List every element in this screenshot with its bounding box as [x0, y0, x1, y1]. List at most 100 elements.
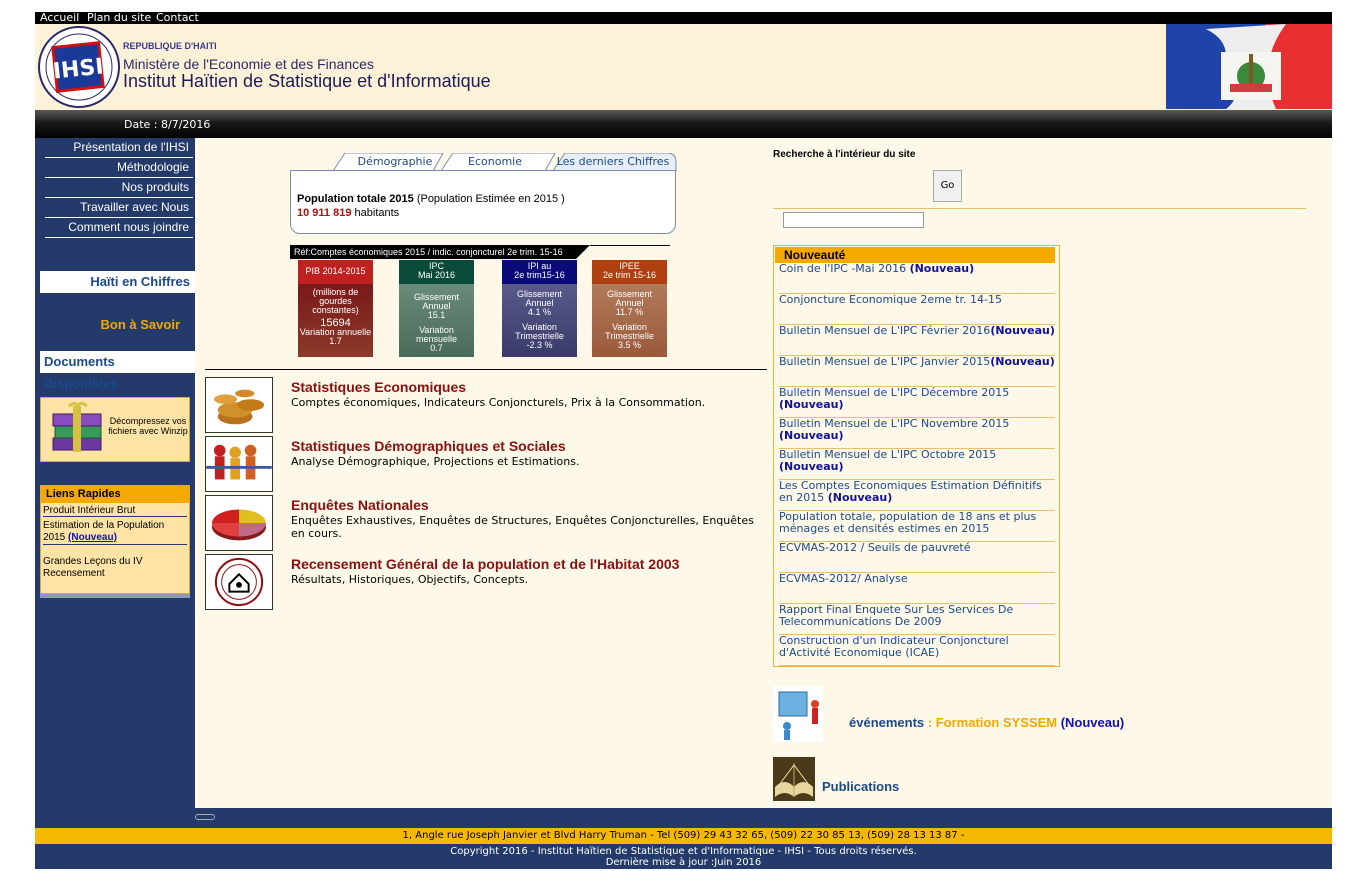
- census-icon: [205, 554, 273, 610]
- ipi-variation-value: -2.3 %: [526, 340, 553, 350]
- institute-title: Institut Haïtien de Statistique et d'Inf…: [123, 71, 491, 91]
- tab-economie[interactable]: Economie: [445, 154, 545, 171]
- events-sep: :: [924, 715, 936, 730]
- date-bar: Date : 8/7/2016: [35, 110, 1332, 138]
- menu-item-travailler[interactable]: Travailler avec Nous: [45, 198, 193, 218]
- news-item[interactable]: Bulletin Mensuel de L'IPC Décembre 2015 …: [779, 387, 1055, 418]
- stat-title-enquetes[interactable]: Enquêtes Nationales: [291, 497, 429, 513]
- haiti-flag-image: [1166, 24, 1332, 109]
- tab-panel: Population totale 2015 (Population Estim…: [290, 170, 676, 234]
- population-subtitle: (Population Estimée en 2015 ): [416, 193, 565, 205]
- nav-sitemap-link[interactable]: Plan du site: [87, 12, 151, 24]
- population-line: Population totale 2015 (Population Estim…: [297, 193, 565, 205]
- news-item[interactable]: Bulletin Mensuel de L'IPC Janvier 2015(N…: [779, 356, 1055, 387]
- ipc-variation-label: Variation mensuelle: [415, 325, 458, 344]
- news-item[interactable]: Coin de l'IPC -Mai 2016 (Nouveau): [779, 263, 1055, 294]
- events-label: événements: [849, 715, 925, 730]
- section-divider: [205, 369, 767, 370]
- indicator-ipc[interactable]: IPC Mai 2016 Glissement Annuel 15.1 Vari…: [399, 260, 474, 357]
- tab-derniers-chiffres[interactable]: Les derniers Chiffres: [553, 154, 673, 171]
- news-item-label: Construction d'un Indicateur Conjoncture…: [779, 634, 1009, 659]
- news-item-label: Bulletin Mensuel de L'IPC Février 2016: [779, 324, 991, 337]
- ipi-glissement-value: 4.1 %: [527, 307, 551, 317]
- quick-link-estimation[interactable]: Estimation de la Population 2015 (Nouvea…: [43, 520, 187, 545]
- news-item-label: ECVMAS-2012/ Analyse: [779, 572, 908, 585]
- population-value: 10 911 819: [297, 207, 352, 217]
- news-item[interactable]: Les Comptes Economiques Estimation Défin…: [779, 480, 1055, 511]
- news-item-label: Population totale, population de 18 ans …: [779, 510, 1037, 535]
- news-item[interactable]: Rapport Final Enquete Sur Les Services D…: [779, 604, 1055, 635]
- scroll-handle[interactable]: [195, 814, 215, 820]
- population-value-line: 10 911 819 habitants: [297, 207, 399, 217]
- ipc-period: Mai 2016: [417, 270, 456, 280]
- people-icon: [205, 436, 273, 492]
- left-sidebar: Présentation de l'IHSI Méthodologie Nos …: [35, 138, 195, 808]
- tab-demographie[interactable]: Démographie: [345, 154, 445, 171]
- news-item-label: ECVMAS-2012 / Seuils de pauvreté: [779, 541, 971, 554]
- quick-link-lecons[interactable]: Grandes Leçons du IV Recensement: [43, 556, 187, 580]
- main-content: Démographie Economie Les derniers Chiffr…: [195, 138, 1332, 808]
- stat-desc-enquetes: Enquêtes Exhaustives, Enquêtes de Struct…: [291, 514, 754, 540]
- ihsi-logo[interactable]: IHSI: [37, 26, 121, 108]
- news-new-badge: (Nouveau): [779, 398, 844, 411]
- site-header: IHSI REPUBLIQUE D'HAITI Ministère de l'E…: [35, 24, 1332, 110]
- pib-unit: (millions de gourdes constantes): [312, 287, 359, 315]
- logo-text: IHSI: [52, 54, 105, 84]
- indicator-pib[interactable]: PIB 2014-2015 (millions de gourdes const…: [298, 260, 373, 357]
- news-item[interactable]: Construction d'un Indicateur Conjoncture…: [779, 635, 1055, 666]
- quick-link-pib[interactable]: Produit Intérieur Brut: [43, 505, 187, 517]
- republic-label: REPUBLIQUE D'HAITI: [123, 41, 217, 51]
- menu-item-methodologie[interactable]: Méthodologie: [45, 158, 193, 178]
- indicator-ipee[interactable]: IPEE 2e trim 15-16 Glissement Annuel 11.…: [592, 260, 667, 357]
- news-item[interactable]: ECVMAS-2012/ Analyse: [779, 573, 1055, 604]
- news-item[interactable]: ECVMAS-2012 / Seuils de pauvreté: [779, 542, 1055, 573]
- stat-row-demographiques[interactable]: Statistiques Démographiques et Sociales …: [205, 436, 765, 494]
- stat-desc-recensement: Résultats, Historiques, Objectifs, Conce…: [291, 573, 529, 586]
- footer-bar: [35, 808, 1332, 828]
- menu-item-produits[interactable]: Nos produits: [45, 178, 193, 198]
- news-new-badge: (Nouveau): [827, 491, 893, 504]
- stat-row-recensement[interactable]: Recensement Général de la population et …: [205, 554, 765, 612]
- haiti-chiffres-link[interactable]: Haïti en Chiffres: [40, 271, 195, 293]
- pib-header: PIB 2014-2015: [305, 266, 366, 276]
- new-badge: (Nouveau): [68, 532, 117, 543]
- news-item[interactable]: Conjoncture Economique 2eme tr. 14-15: [779, 294, 1055, 325]
- ipi-period: 2e trim15-16: [514, 270, 565, 280]
- news-item-label: Coin de l'IPC -Mai 2016: [779, 262, 910, 275]
- ipc-glissement-label: Glissement Annuel: [413, 292, 459, 311]
- events-line[interactable]: événements : Formation SYSSEM (Nouveau): [849, 715, 1124, 730]
- stat-title-economiques[interactable]: Statistiques Economiques: [291, 379, 466, 395]
- search-label: Recherche à l'intérieur du site: [773, 149, 916, 160]
- pie-chart-icon: [205, 495, 273, 551]
- search-input[interactable]: [783, 212, 924, 228]
- menu-item-joindre[interactable]: Comment nous joindre: [45, 218, 193, 238]
- search-go-button[interactable]: Go: [933, 170, 962, 202]
- winzip-banner[interactable]: Décompressez vos fichiers avec Winzip: [40, 397, 190, 462]
- ipee-variation-value: 3.5 %: [617, 340, 641, 350]
- indicator-ipi[interactable]: IPI au 2e trim15-16 Glissement Annuel 4.…: [502, 260, 577, 357]
- menu-item-presentation[interactable]: Présentation de l'IHSI: [45, 138, 193, 158]
- stat-title-demographiques[interactable]: Statistiques Démographiques et Sociales: [291, 438, 566, 454]
- training-icon: [773, 686, 823, 742]
- news-new-badge: (Nouveau): [990, 324, 1055, 337]
- copyright-text: Copyright 2016 - Institut Haïtien de Sta…: [450, 846, 917, 857]
- nav-contact-link[interactable]: Contact: [156, 12, 199, 24]
- nav-home-link[interactable]: Accueil: [40, 12, 79, 24]
- footer-address: 1, Angle rue Joseph Janvier et Blvd Harr…: [35, 828, 1332, 844]
- publications-link[interactable]: Publications: [822, 779, 899, 794]
- stat-row-enquetes[interactable]: Enquêtes Nationales Enquêtes Exhaustives…: [205, 495, 765, 553]
- ipc-variation-value: 0.7: [430, 343, 443, 353]
- news-item[interactable]: Bulletin Mensuel de L'IPC Février 2016(N…: [779, 325, 1055, 356]
- top-nav: Accueil Plan du site Contact: [35, 12, 1332, 24]
- news-item[interactable]: Population totale, population de 18 ans …: [779, 511, 1055, 542]
- news-item[interactable]: Bulletin Mensuel de L'IPC Novembre 2015 …: [779, 418, 1055, 449]
- stat-row-economiques[interactable]: Statistiques Economiques Comptes économi…: [205, 377, 765, 435]
- news-item[interactable]: Bulletin Mensuel de L'IPC Octobre 2015 (…: [779, 449, 1055, 480]
- bon-savoir-link[interactable]: Bon à Savoir: [40, 314, 195, 336]
- ipee-period: 2e trim 15-16: [602, 270, 657, 280]
- book-icon: [773, 757, 815, 801]
- stat-desc-economiques: Comptes économiques, Indicateurs Conjonc…: [291, 396, 706, 409]
- events-name: Formation SYSSEM: [935, 715, 1058, 730]
- stat-title-recensement[interactable]: Recensement Général de la population et …: [291, 556, 679, 572]
- documents-link[interactable]: Documents Disponibles: [40, 351, 195, 391]
